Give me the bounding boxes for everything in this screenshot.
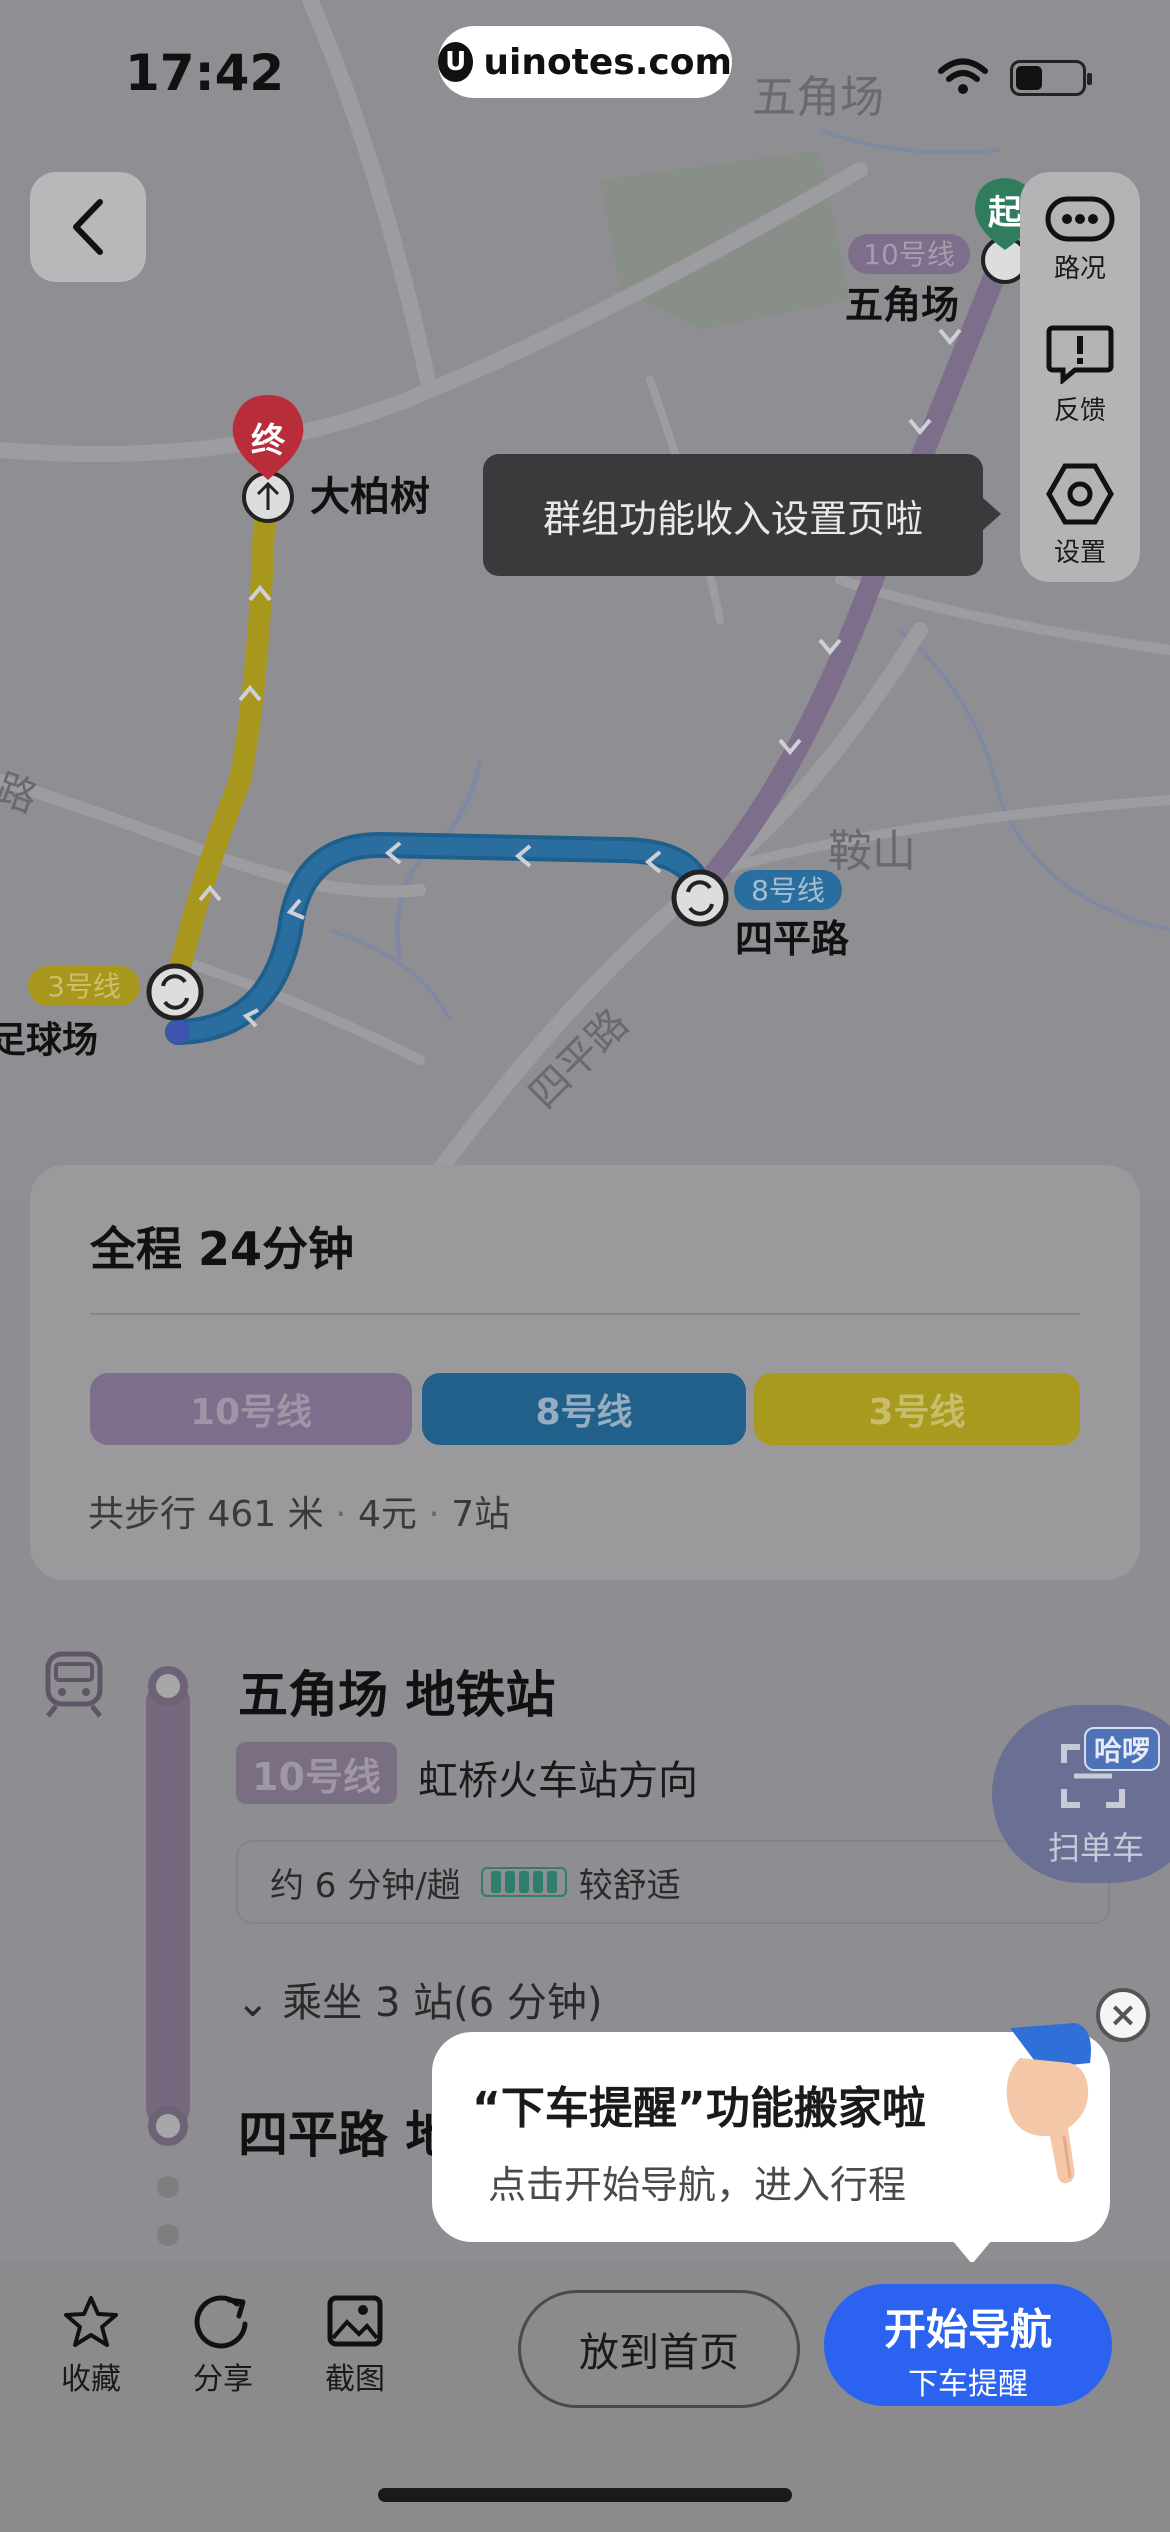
ride-stops-text: 乘坐 3 站(6 分钟) bbox=[282, 1980, 603, 2026]
route-summary-card[interactable]: 全程 24分钟 10号线 8号线 3号线 共步行 461 米 · 4元 · 7站 bbox=[30, 1165, 1140, 1580]
feedback-label: 反馈 bbox=[1053, 396, 1106, 426]
map-label-district: 五角场 bbox=[752, 72, 884, 123]
transfer-icon-hongkou bbox=[146, 963, 204, 1021]
transfer-station-dot bbox=[148, 2106, 188, 2146]
fare: 4元 bbox=[357, 1494, 417, 1535]
divider bbox=[90, 1313, 1080, 1315]
comfort-level: 较舒适 bbox=[578, 1865, 681, 1906]
screenshot-label: 截图 bbox=[325, 2362, 385, 2397]
walk-distance: 共步行 461 米 bbox=[88, 1494, 324, 1535]
start-navigation-button[interactable]: 开始导航 下车提醒 bbox=[824, 2284, 1112, 2406]
close-icon: × bbox=[1108, 1995, 1138, 2035]
wifi-icon bbox=[938, 58, 988, 94]
crowd-level-icon bbox=[480, 1867, 567, 1897]
traffic-icon bbox=[1045, 196, 1115, 242]
map-station-end: 大柏树 bbox=[310, 474, 430, 520]
scan-bike-label: 扫单车 bbox=[1048, 1829, 1145, 1867]
start-station-dot bbox=[148, 1666, 188, 1706]
stop-count: 7站 bbox=[451, 1494, 511, 1535]
popup-subtitle: 点击开始导航，进入行程 bbox=[488, 2163, 907, 2207]
end-marker-label: 终 bbox=[251, 421, 286, 461]
station-name-transfer[interactable]: 四平路 地 bbox=[238, 2095, 455, 2167]
map-badge-line8: 8号线 bbox=[751, 874, 825, 907]
settings-button[interactable]: 设置 bbox=[1020, 462, 1140, 569]
settings-tooltip: 群组功能收入设置页啦 bbox=[483, 454, 1001, 576]
map-station-transfer: 虹口足球场 bbox=[0, 1020, 98, 1061]
site-label-pill: U uinotes.com bbox=[438, 26, 732, 98]
chevron-down-icon: ⌄ bbox=[236, 1980, 283, 2026]
traffic-label: 路况 bbox=[1053, 254, 1106, 284]
map-side-toolbar: 路况 反馈 设置 bbox=[1020, 172, 1140, 582]
home-indicator[interactable] bbox=[378, 2488, 792, 2502]
settings-icon bbox=[1046, 463, 1114, 525]
map-badge-line10: 10号线 bbox=[863, 238, 955, 271]
chevron-left-icon bbox=[73, 199, 103, 255]
share-button[interactable]: 分享 bbox=[168, 2294, 278, 2398]
popup-title: “下车提醒”功能搬家啦 bbox=[472, 2083, 926, 2134]
feedback-icon bbox=[1046, 325, 1114, 384]
status-time: 17:42 bbox=[125, 44, 285, 102]
station-name-start[interactable]: 五角场 地铁站 bbox=[238, 1655, 555, 1727]
map-station-start: 五角场 bbox=[845, 283, 959, 327]
ride-stops-toggle[interactable]: ⌄ 乘坐 3 站(6 分钟) bbox=[236, 1970, 603, 2028]
walk-dot bbox=[157, 2224, 179, 2246]
map-label-district: 鞍山 bbox=[828, 826, 916, 877]
map-badge-line3: 3号线 bbox=[47, 970, 121, 1003]
back-button[interactable] bbox=[30, 172, 146, 282]
popup-close-button[interactable]: × bbox=[1096, 1988, 1150, 2042]
site-label-text: uinotes.com bbox=[483, 41, 732, 83]
feedback-button[interactable]: 反馈 bbox=[1020, 324, 1140, 427]
train-frequency: 约 6 分钟/趟 bbox=[270, 1865, 461, 1906]
route-map[interactable]: 终 起 10号线 8号线 3号线 五角场 鞍山 路 四平路 五角场 大柏树 四平… bbox=[0, 0, 1170, 1200]
start-marker-label: 起 bbox=[988, 193, 1023, 233]
train-info-box[interactable]: 约 6 分钟/趟 较舒适 bbox=[236, 1840, 1110, 1924]
traffic-button[interactable]: 路况 bbox=[1020, 196, 1140, 285]
metro-station-icon bbox=[45, 1651, 103, 1718]
uinotes-logo-icon: U bbox=[438, 42, 474, 82]
battery-icon bbox=[1010, 60, 1092, 96]
line-direction: 虹桥火车站方向 bbox=[418, 1758, 698, 1804]
star-icon bbox=[64, 2296, 118, 2347]
screenshot-button[interactable]: 截图 bbox=[300, 2294, 410, 2398]
line-tag-10: 10号线 bbox=[236, 1742, 397, 1804]
line-bar-3: 3号线 bbox=[754, 1373, 1080, 1445]
nav-sub-label: 下车提醒 bbox=[908, 2367, 1028, 2402]
hello-badge: 哈啰 bbox=[1084, 1727, 1161, 1771]
add-to-home-button[interactable]: 放到首页 bbox=[518, 2290, 800, 2408]
map-station-transfer: 四平路 bbox=[735, 917, 850, 961]
route-meta: 共步行 461 米 · 4元 · 7站 bbox=[88, 1494, 511, 1535]
walk-dot bbox=[157, 2176, 179, 2198]
image-icon bbox=[327, 2295, 383, 2347]
route-line-10 bbox=[146, 1680, 190, 2130]
line-bar-8: 8号线 bbox=[422, 1373, 746, 1445]
nav-main-label: 开始导航 bbox=[883, 2305, 1052, 2354]
favorite-label: 收藏 bbox=[61, 2362, 121, 2397]
share-icon bbox=[194, 2295, 248, 2349]
scan-bike-button[interactable]: 哈啰 扫单车 bbox=[992, 1705, 1170, 1883]
settings-label: 设置 bbox=[1053, 538, 1106, 568]
line-bar-10: 10号线 bbox=[90, 1373, 412, 1445]
share-label: 分享 bbox=[193, 2362, 253, 2397]
total-duration: 全程 24分钟 bbox=[90, 1222, 355, 1276]
transfer-icon-siping bbox=[671, 869, 729, 927]
favorite-button[interactable]: 收藏 bbox=[36, 2294, 146, 2398]
pointing-hand-icon bbox=[1006, 2023, 1091, 2184]
